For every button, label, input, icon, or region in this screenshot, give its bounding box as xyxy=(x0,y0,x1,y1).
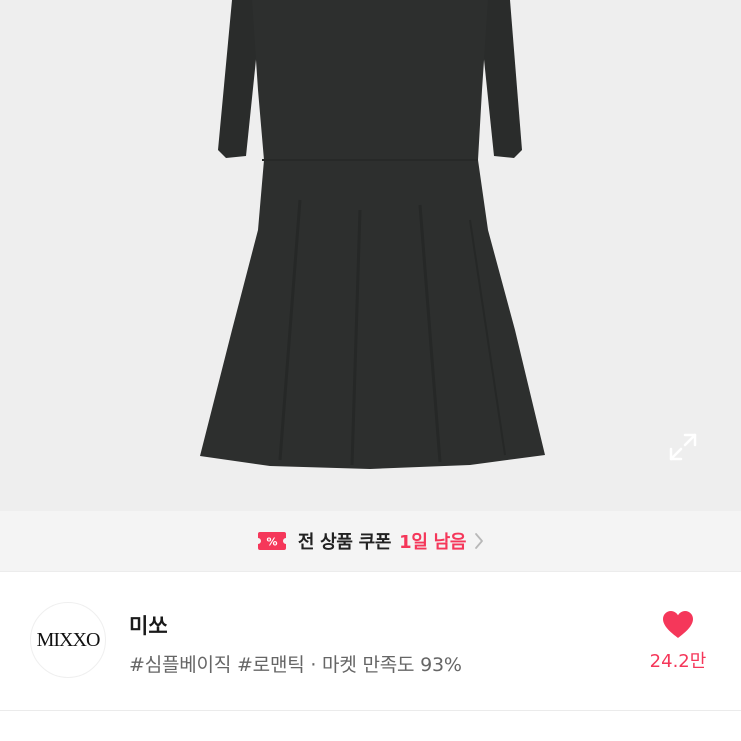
heart-icon xyxy=(663,611,693,638)
coupon-ticket-icon: % xyxy=(257,532,286,550)
store-name[interactable]: 미쏘 xyxy=(129,610,168,640)
product-image[interactable] xyxy=(0,0,741,511)
section-divider xyxy=(0,710,741,711)
store-info: MIXXO 미쏘 #심플베이직 #로맨틱 · 마켓 만족도 93% 24.2만 xyxy=(0,572,741,710)
coupon-banner[interactable]: % 전 상품 쿠폰 1일 남음 xyxy=(0,511,741,572)
coupon-time-left: 1일 남음 xyxy=(399,532,467,553)
store-logo[interactable]: MIXXO xyxy=(30,602,106,678)
dress-illustration xyxy=(200,0,545,469)
like-button[interactable]: 24.2만 xyxy=(636,610,720,674)
coupon-label: 전 상품 쿠폰 xyxy=(297,532,392,553)
store-tags-satisfaction: #심플베이직 #로맨틱 · 마켓 만족도 93% xyxy=(129,654,462,676)
svg-text:%: % xyxy=(266,536,277,549)
expand-icon xyxy=(669,433,697,461)
store-logo-text: MIXXO xyxy=(36,628,101,651)
expand-button[interactable] xyxy=(668,432,712,476)
chevron-right-icon xyxy=(475,533,484,549)
like-count: 24.2만 xyxy=(649,651,707,672)
